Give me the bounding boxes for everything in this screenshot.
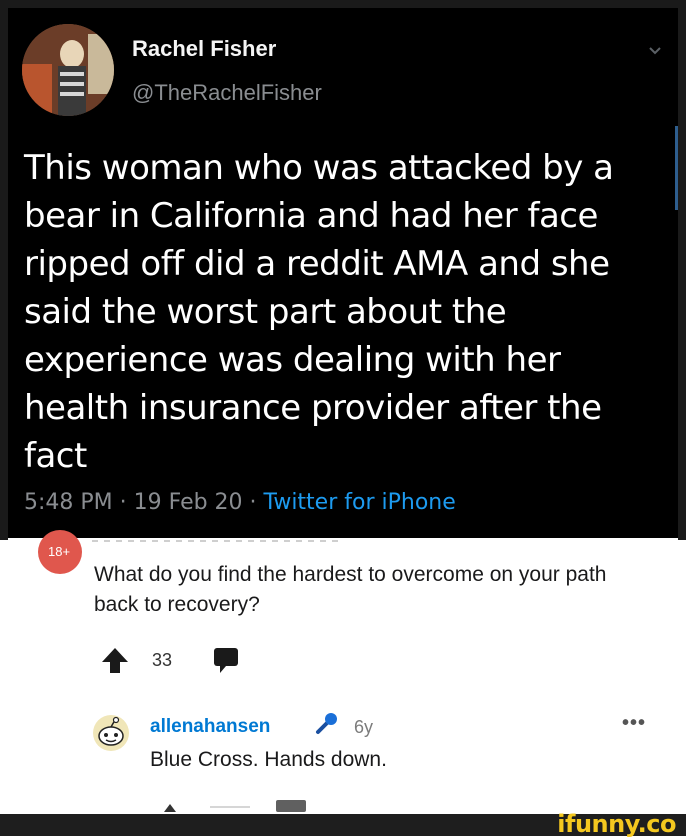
partial-score [210,806,250,808]
reply-age: 6y [354,717,374,737]
comment-icon[interactable] [212,646,240,674]
nsfw-badge-label: 18+ [48,544,71,559]
outer-frame-right [678,0,686,540]
outer-frame-top [0,0,686,8]
cropped-header-line [92,540,342,542]
reply-text: Blue Cross. Hands down. [150,748,387,771]
tweet-meta: 5:48 PM · 19 Feb 20 · Twitter for iPhone [24,490,456,515]
chevron-down-icon[interactable] [648,44,662,58]
partial-comment-icon [276,800,306,812]
tweet-card: Rachel Fisher @TheRachelFisher This woma… [8,8,678,538]
avatar-photo-icon [22,24,114,116]
microphone-icon [316,713,337,734]
tweet-source-link[interactable]: Twitter for iPhone [264,490,456,515]
author-name[interactable]: Rachel Fisher [132,36,276,62]
upvote-arrow-icon[interactable] [100,646,130,674]
author-avatar[interactable] [22,24,114,116]
outer-frame-left [0,0,8,540]
tweet-text: This woman who was attacked by a bear in… [24,148,614,476]
snoo-avatar-icon[interactable] [92,714,130,752]
more-options-icon[interactable]: ••• [622,712,646,735]
ifunny-watermark: ifunny.co [557,810,676,838]
partial-upvote-icon [164,804,176,812]
scroll-indicator [675,126,678,210]
reddit-question: What do you find the hardest to overcome… [94,563,607,616]
author-handle[interactable]: @TheRachelFisher [132,80,322,106]
reply-username[interactable]: allenahansen [150,716,270,738]
vote-score: 33 [152,650,173,670]
tweet-timestamp: 5:48 PM · 19 Feb 20 · [24,490,264,515]
